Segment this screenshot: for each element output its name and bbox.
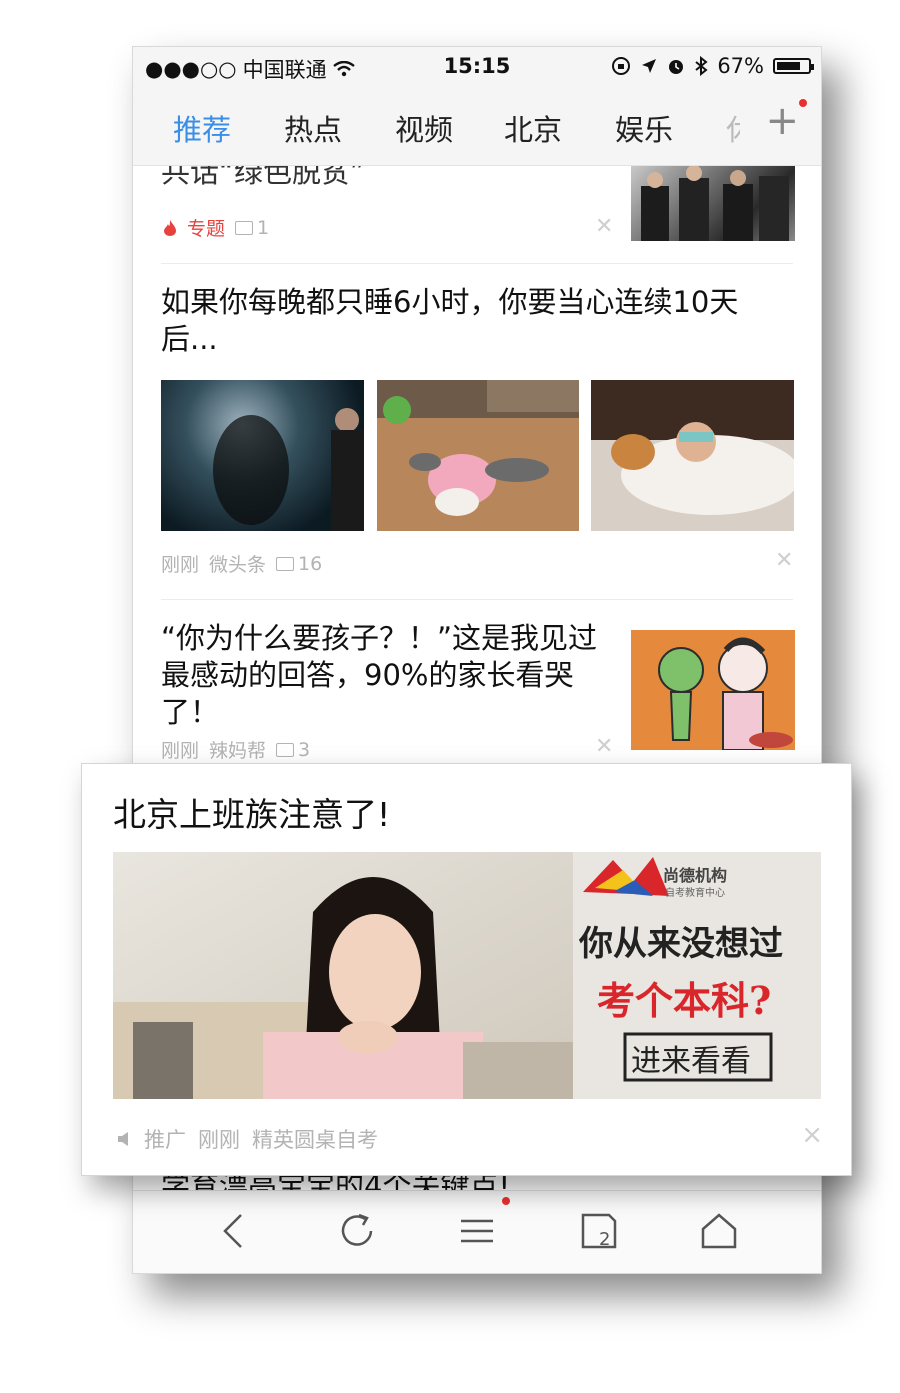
comment-icon [276,743,295,757]
source-name: 微头条 [209,554,267,576]
comment-count: 1 [257,216,270,239]
add-channel-button[interactable]: + [765,101,799,141]
status-bar: ●●●○○ 中国联通 15:15 67% [133,47,821,87]
battery-icon [773,58,814,74]
refresh-icon[interactable] [333,1207,381,1255]
tab-entertainment[interactable]: 娱乐 [615,107,673,149]
feed-item-title: “你为什么要孩子？！”这是我见过最感动的回答，90%的家长看哭了！ [161,621,598,729]
bottom-nav: 2 [133,1190,821,1273]
comment-count: 16 [298,552,323,575]
ad-headline: 你从来没想过 [579,924,783,964]
feed-item-title: 共话“绿色脱贫” [161,166,366,188]
ad-title: 北京上班族注意了! [113,795,391,834]
news-thumbnail-meeting [631,166,795,241]
ad-time: 刚刚 [198,1128,240,1152]
location-icon [642,59,657,73]
alarm-icon [669,60,684,74]
feed-item-title: 如果你每晚都只睡6小时，你要当心连续10天后... [161,285,739,356]
ad-close-icon[interactable]: × [801,1120,823,1150]
menu-icon[interactable] [453,1207,501,1255]
news-image-child-cat [377,380,579,531]
comment-icon [235,221,254,235]
menu-notification-dot [502,1197,510,1205]
ad-brand: 尚德机构 [663,866,728,885]
battery-percent: 67% [717,54,764,78]
tabs-button[interactable]: 2 [575,1207,623,1255]
speaker-icon [118,1132,128,1146]
divider [161,599,793,600]
channel-tab-bar: 推荐 热点 视频 北京 娱乐 休 + [133,87,821,166]
news-image-woman-cat [591,380,794,531]
ad-cta-button[interactable]: 进来看看 [631,1036,751,1080]
ad-subheadline: 考个本科? [597,978,772,1023]
publish-time: 刚刚 [161,554,200,576]
ad-banner[interactable]: 尚德机构 自考教育中心 你从来没想过 考个本科? 进来看看 [113,852,821,1099]
dismiss-icon[interactable]: ✕ [595,214,613,239]
feed-item-meta: 专题 1 [163,214,269,241]
ad-meta: 推广 刚刚 精英圆桌自考 [116,1124,378,1154]
news-thumbnail-drawing [631,630,795,750]
tabs-count: 2 [599,1229,611,1250]
tab-partial[interactable]: 休 [726,107,740,149]
comment-count: 3 [298,738,311,761]
news-image-rain [161,380,364,531]
home-icon[interactable] [695,1207,743,1255]
special-tag: 专题 [187,218,226,240]
dismiss-icon[interactable]: ✕ [775,548,793,573]
tab-beijing[interactable]: 北京 [504,107,562,149]
fire-icon [164,219,176,236]
notification-dot [799,99,807,107]
tab-video[interactable]: 视频 [395,107,453,149]
dismiss-icon[interactable]: ✕ [595,734,613,759]
back-icon[interactable] [211,1207,259,1255]
feed-item-meta: 刚刚 微头条 16 [161,550,322,577]
ad-brand-sub: 自考教育中心 [665,888,725,899]
bluetooth-icon [695,56,708,76]
publish-time: 刚刚 [161,740,200,762]
rotation-lock-icon [612,57,631,75]
source-name: 辣妈帮 [209,740,267,762]
tab-hot[interactable]: 热点 [284,107,342,149]
ad-card[interactable]: 北京上班族注意了! 尚德机构 自考教育中心 你从来没想过 考个本科? 进来看看 … [81,763,852,1176]
tab-recommend[interactable]: 推荐 [173,107,231,149]
divider [161,263,793,264]
comment-icon [276,557,295,571]
ad-label: 推广 [144,1128,186,1152]
feed-item-meta: 刚刚 辣妈帮 3 [161,736,310,763]
ad-source: 精英圆桌自考 [252,1128,378,1152]
